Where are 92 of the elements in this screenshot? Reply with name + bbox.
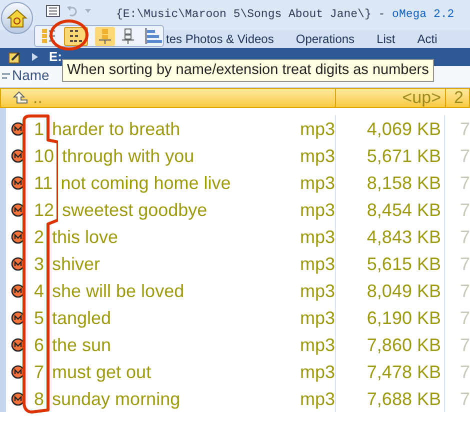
window-title: {E:\Music\Maroon 5\Songs About Jane\} - (116, 7, 386, 24)
track-number: 12 (34, 200, 54, 220)
track-number: 8 (34, 388, 44, 408)
file-extension: mp3 (300, 308, 335, 328)
file-extension: mp3 (300, 146, 335, 166)
table-cell: 7 (460, 226, 470, 246)
music-file-icon (11, 284, 25, 298)
music-file-icon (11, 176, 25, 190)
music-file-icon (11, 122, 25, 136)
bars-icon (145, 28, 163, 44)
file-name[interactable]: this love (52, 226, 300, 246)
file-size: 8,049 KB (366, 280, 441, 300)
up-arrow-icon (13, 91, 29, 105)
panel-icon[interactable] (46, 5, 60, 17)
column-header-cell[interactable]: Name (2, 65, 50, 86)
file-name[interactable]: tangled (52, 308, 300, 328)
file-extension: mp3 (300, 334, 335, 354)
music-file-icon (11, 148, 25, 162)
file-name[interactable]: harder to breath (52, 118, 300, 138)
edit-icon[interactable] (8, 50, 21, 64)
music-file-icon (11, 364, 25, 378)
file-name[interactable]: shiver (52, 254, 300, 274)
ribbon-tab[interactable]: tes Photos & Videos (166, 30, 274, 48)
file-extension: mp3 (300, 280, 335, 300)
track-number: 11 (34, 172, 53, 192)
file-name[interactable]: she will be loved (52, 280, 300, 300)
sort-button[interactable] (95, 26, 115, 46)
parent-folder-name: .. (33, 87, 42, 110)
table-cell: 7 (460, 308, 470, 328)
file-name[interactable]: sweetest goodbye (62, 200, 300, 220)
table-cell: 7 (460, 146, 470, 166)
track-number: 4 (34, 280, 44, 300)
file-size: 5,671 KB (366, 146, 441, 166)
file-size: 7,688 KB (366, 388, 441, 408)
table-cell: 7 (460, 362, 470, 382)
file-extension: mp3 (300, 200, 335, 220)
table-cell: 7 (460, 334, 470, 354)
file-name[interactable]: not coming home live (60, 172, 300, 192)
house-icon (6, 8, 28, 28)
parent-folder-row[interactable]: .. <up> 2 (0, 88, 470, 108)
music-file-icon (11, 256, 25, 270)
track-number: 5 (34, 308, 44, 328)
music-file-icon (11, 230, 25, 244)
file-size: 5,615 KB (366, 254, 441, 274)
file-size: 8,158 KB (366, 172, 441, 192)
up-label: <up> (402, 87, 441, 110)
sort-ascending-icon (99, 28, 111, 44)
track-number: 10 (34, 146, 54, 166)
track-number: 7 (34, 362, 44, 382)
file-extension: mp3 (300, 254, 335, 274)
track-number: 3 (34, 254, 44, 274)
file-extension: mp3 (300, 172, 335, 192)
track-number: 1 (34, 118, 44, 138)
table-cell: 7 (460, 254, 470, 274)
ribbon-tab[interactable]: List (376, 30, 396, 48)
file-name[interactable]: through with you (62, 146, 300, 166)
table-cell: 7 (460, 280, 470, 300)
table-cell: 7 (460, 118, 470, 138)
breadcrumb-item[interactable]: E: (49, 47, 62, 67)
ribbon-tab[interactable]: Acti (417, 30, 438, 48)
file-extension: mp3 (300, 362, 335, 382)
sort-plain-icon (122, 28, 134, 44)
track-number: 6 (34, 334, 44, 354)
music-file-icon (11, 392, 25, 406)
file-size: 4,843 KB (366, 226, 441, 246)
file-size: 7,860 KB (366, 334, 441, 354)
track-number: 2 (34, 226, 44, 246)
music-file-icon (11, 310, 25, 324)
app-name: oMega 2.2 (392, 7, 454, 24)
numbers-icon (68, 28, 84, 44)
music-file-icon (11, 202, 25, 216)
annotation-circle (49, 19, 89, 51)
file-name[interactable]: the sun (52, 334, 300, 354)
file-size: 8,454 KB (366, 200, 441, 220)
file-extension: mp3 (300, 388, 335, 408)
file-size: 7,478 KB (366, 362, 441, 382)
table-cell: 7 (460, 388, 470, 408)
table-cell: 7 (460, 172, 470, 192)
table-cell: 7 (460, 200, 470, 220)
file-extension: mp3 (300, 226, 335, 246)
tooltip: When sorting by name/extension treat digits as numbers (62, 59, 434, 82)
table-cell: 2 (454, 88, 464, 108)
file-name[interactable]: sunday morning (52, 388, 300, 408)
triangle-icon[interactable] (31, 52, 39, 62)
sort-list-icon (41, 28, 57, 44)
file-size: 6,190 KB (366, 308, 441, 328)
ribbon-tab[interactable]: Operations (296, 30, 355, 48)
file-name[interactable]: must get out (52, 362, 300, 382)
file-size: 4,069 KB (366, 118, 441, 138)
sort-lines-icon (2, 72, 10, 78)
file-extension: mp3 (300, 118, 335, 138)
music-file-icon (11, 338, 25, 352)
